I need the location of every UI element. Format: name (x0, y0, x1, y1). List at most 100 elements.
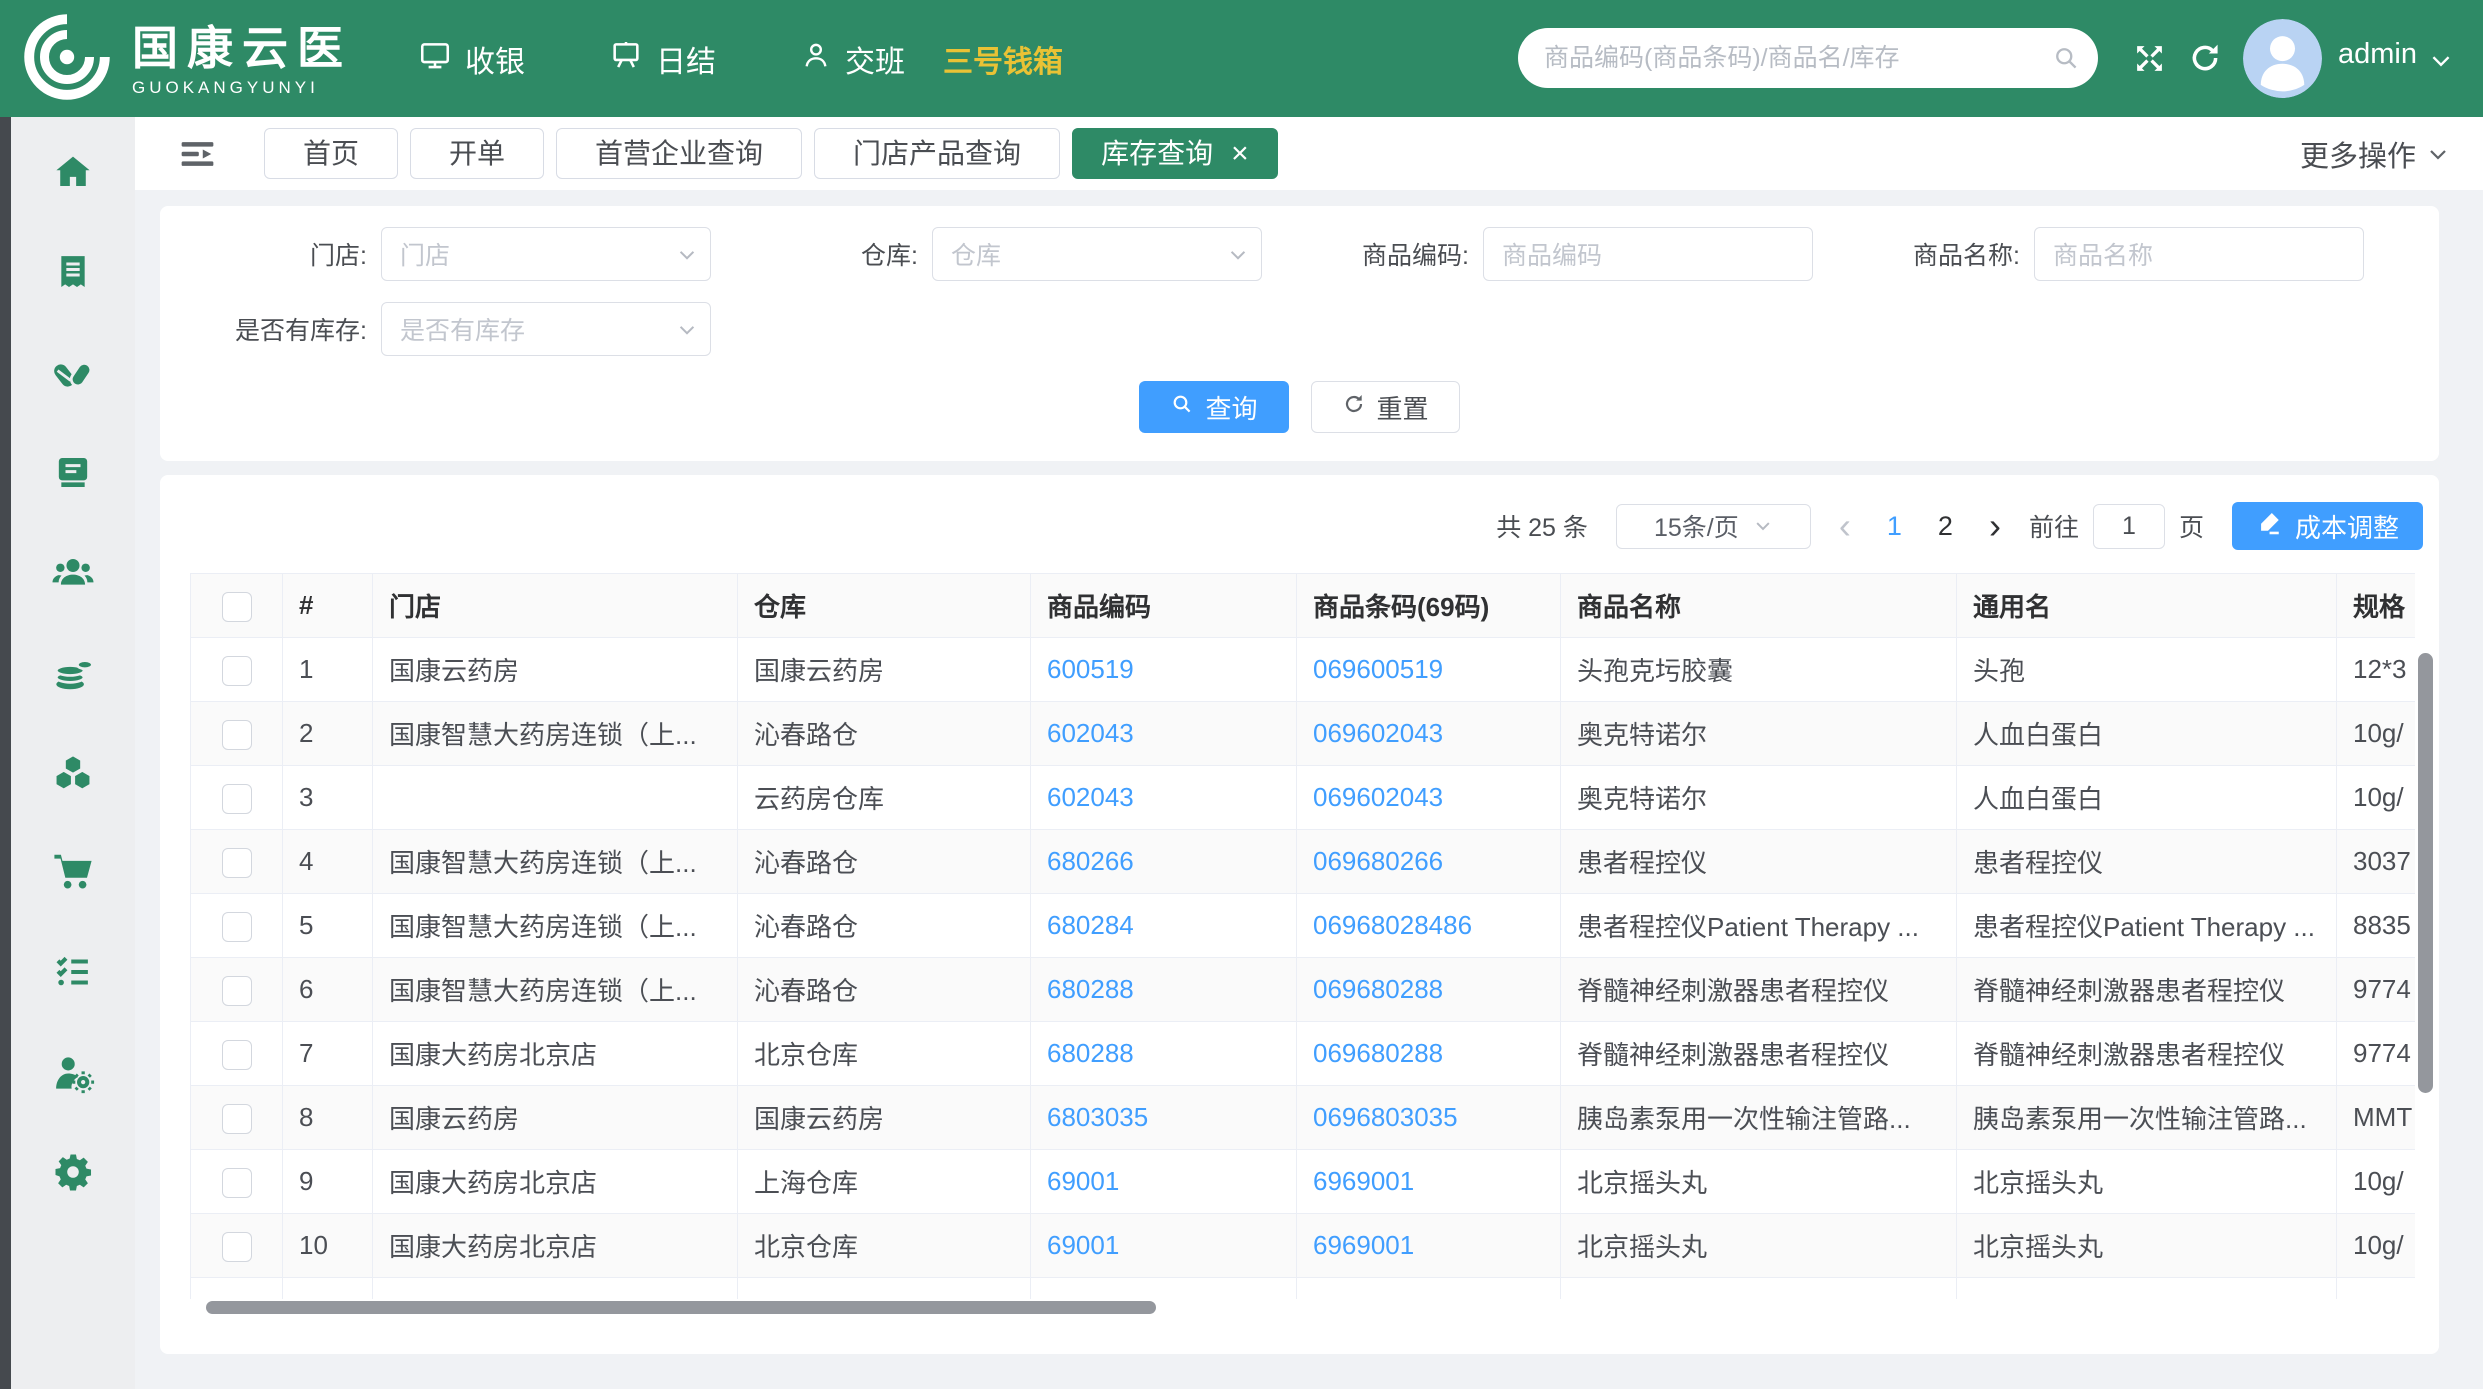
filter-panel: 门店: 门店 仓库: 仓库 商品编码: 商品编码 (160, 206, 2439, 461)
refresh-icon[interactable] (2188, 41, 2222, 80)
row-barcode-link[interactable]: 06968028486 (1297, 894, 1561, 958)
row-checkbox[interactable] (191, 830, 283, 894)
cashbox-label[interactable]: 三号钱箱 (943, 37, 1063, 81)
tab-billing[interactable]: 开单 (410, 128, 544, 179)
prev-page-button[interactable]: ‹ (1839, 508, 1851, 544)
chevron-down-icon[interactable] (2428, 48, 2454, 79)
sidebar-item-book-icon[interactable] (11, 424, 135, 524)
fullscreen-icon[interactable] (2133, 42, 2166, 80)
filter-product-code-input[interactable]: 商品编码 (1483, 227, 1813, 281)
row-code-link[interactable]: 6803035 (1031, 1086, 1297, 1150)
horizontal-scrollbar-thumb[interactable] (206, 1301, 1156, 1314)
page-number-2[interactable]: 2 (1938, 511, 1953, 542)
table-row: 3云药房仓库602043069602043奥克特诺尔人血白蛋白10g/ (191, 766, 2416, 830)
filter-row-1: 门店: 门店 仓库: 仓库 商品编码: 商品编码 (160, 227, 2439, 281)
page-number-1[interactable]: 1 (1887, 511, 1902, 542)
row-barcode-link[interactable]: 069602043 (1297, 702, 1561, 766)
tab-store-product-query[interactable]: 门店产品查询 (814, 128, 1060, 179)
sidebar-item-coins-icon[interactable] (11, 624, 135, 724)
sidebar-item-cubes-icon[interactable] (11, 724, 135, 824)
row-spec: 10g/ (2337, 1150, 2416, 1214)
goto-page-input[interactable]: 1 (2093, 504, 2165, 549)
row-checkbox[interactable] (191, 638, 283, 702)
row-barcode-link[interactable]: 069600519 (1297, 638, 1561, 702)
row-generic: 头孢 (1957, 638, 2337, 702)
row-checkbox[interactable] (191, 958, 283, 1022)
close-icon[interactable]: × (1231, 139, 1249, 169)
sidebar-item-checklist-icon[interactable] (11, 924, 135, 1024)
row-code-link[interactable]: 602043 (1031, 766, 1297, 830)
row-checkbox[interactable] (191, 1086, 283, 1150)
row-barcode-link[interactable]: 0696803035 (1297, 1086, 1561, 1150)
col-store: 门店 (373, 574, 738, 638)
row-code-link[interactable]: 680284 (1031, 894, 1297, 958)
nav-cashier[interactable]: 收银 (418, 37, 525, 81)
avatar[interactable] (2243, 19, 2322, 98)
sidebar-item-cart-icon[interactable] (11, 824, 135, 924)
col-index: # (283, 574, 373, 638)
table-row: 6国康智慧大药房连锁（上...沁春路仓680288069680288脊髓神经刺激… (191, 958, 2416, 1022)
row-code-link[interactable]: 680288 (1031, 1022, 1297, 1086)
menu-collapse-icon[interactable] (179, 138, 216, 170)
row-checkbox[interactable] (191, 894, 283, 958)
sidebar-item-home-icon[interactable] (11, 124, 135, 224)
row-checkbox[interactable] (191, 1214, 283, 1278)
filter-warehouse: 仓库: 仓库 (711, 227, 1262, 281)
page-size-select[interactable]: 15条/页 (1616, 504, 1811, 549)
sidebar-item-gear-icon[interactable] (11, 1124, 135, 1224)
row-barcode-link[interactable]: 069602043 (1297, 766, 1561, 830)
filter-has-stock-select[interactable]: 是否有库存 (381, 302, 711, 356)
user-name[interactable]: admin (2338, 38, 2417, 71)
sidebar-item-users-icon[interactable] (11, 524, 135, 624)
filter-product-name-label: 商品名称: (1813, 236, 2034, 272)
row-barcode-link[interactable]: 069680288 (1297, 958, 1561, 1022)
row-name: 胰岛素泵用一次性输注管路... (1561, 1086, 1957, 1150)
tab-inventory-query[interactable]: 库存查询 × (1072, 128, 1278, 179)
tab-first-enterprise-query[interactable]: 首营企业查询 (556, 128, 802, 179)
row-code-link[interactable]: 600519 (1031, 638, 1297, 702)
cart-icon (50, 849, 96, 900)
select-all-checkbox[interactable] (191, 574, 283, 638)
top-nav: 收银 日结 交班 三号钱箱 (418, 0, 1063, 117)
vertical-scrollbar-thumb[interactable] (2418, 653, 2433, 1093)
tab-bar: 首页 开单 首营企业查询 门店产品查询 库存查询 × 更多操作 (135, 117, 2483, 190)
chevron-down-icon (676, 244, 698, 271)
filter-buttons: 查询 重置 (160, 381, 2439, 433)
row-code-link[interactable]: 602043 (1031, 702, 1297, 766)
app-header: 国康云医 GUOKANGYUNYI 收银 日结 (0, 0, 2483, 117)
search-icon[interactable] (2052, 44, 2080, 77)
row-warehouse: 国康云药房 (738, 638, 1031, 702)
row-checkbox[interactable] (191, 1150, 283, 1214)
row-barcode-link[interactable]: 6969001 (1297, 1150, 1561, 1214)
row-code-link[interactable]: 680288 (1031, 958, 1297, 1022)
tab-inventory-query-label: 库存查询 (1101, 129, 1213, 178)
table-row: 2国康智慧大药房连锁（上...沁春路仓602043069602043奥克特诺尔人… (191, 702, 2416, 766)
sidebar-item-user-gear-icon[interactable] (11, 1024, 135, 1124)
global-search-input[interactable]: 商品编码(商品条码)/商品名/库存 (1518, 28, 2098, 88)
sidebar-item-pills-icon[interactable] (11, 324, 135, 424)
nav-shift[interactable]: 交班 (800, 37, 905, 81)
row-store: 国康智慧大药房连锁（上... (373, 958, 738, 1022)
filter-product-code: 商品编码: 商品编码 (1262, 227, 1813, 281)
row-code-link[interactable]: 69001 (1031, 1214, 1297, 1278)
filter-warehouse-select[interactable]: 仓库 (932, 227, 1262, 281)
row-code-link[interactable]: 69001 (1031, 1150, 1297, 1214)
row-checkbox[interactable] (191, 1022, 283, 1086)
row-barcode-link[interactable]: 069680266 (1297, 830, 1561, 894)
filter-store-select[interactable]: 门店 (381, 227, 711, 281)
row-checkbox[interactable] (191, 702, 283, 766)
row-code-link[interactable]: 680266 (1031, 830, 1297, 894)
filter-product-name-input[interactable]: 商品名称 (2034, 227, 2364, 281)
row-barcode-link[interactable]: 6969001 (1297, 1214, 1561, 1278)
row-spec: MMT (2337, 1086, 2416, 1150)
more-actions-button[interactable]: 更多操作 (2300, 133, 2450, 175)
search-button[interactable]: 查询 (1139, 381, 1288, 433)
next-page-button[interactable]: › (1989, 508, 2001, 544)
sidebar-item-receipt-icon[interactable] (11, 224, 135, 324)
row-checkbox[interactable] (191, 766, 283, 830)
row-barcode-link[interactable]: 069680288 (1297, 1022, 1561, 1086)
nav-daily-settle[interactable]: 日结 (609, 37, 716, 81)
reset-button[interactable]: 重置 (1311, 381, 1460, 433)
tab-home[interactable]: 首页 (264, 128, 398, 179)
cost-adjust-button[interactable]: 成本调整 (2232, 502, 2423, 550)
